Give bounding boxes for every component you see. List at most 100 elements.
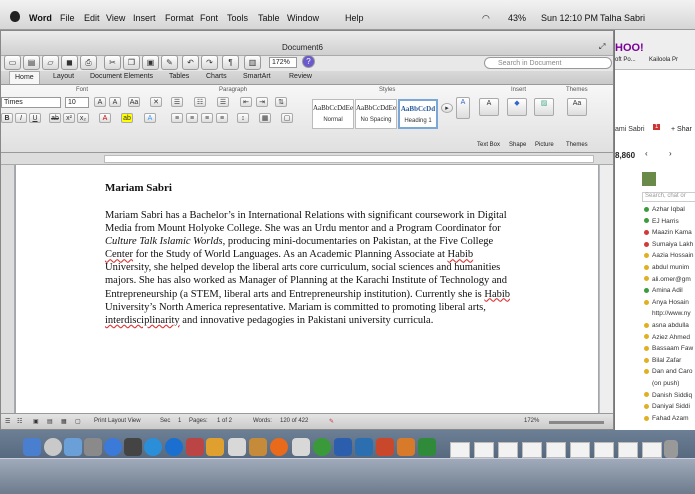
undo-icon[interactable]: ↶ bbox=[182, 55, 199, 70]
decrease-indent-icon[interactable]: ⇤ bbox=[240, 97, 252, 107]
tab-review[interactable]: Review bbox=[289, 73, 312, 80]
open-icon[interactable]: ▱ bbox=[42, 55, 59, 70]
contact-item[interactable]: http://www.ny bbox=[644, 310, 691, 321]
wifi-icon[interactable]: ◠ bbox=[482, 13, 490, 24]
menu-help[interactable]: Help bbox=[345, 13, 364, 23]
menu-file[interactable]: File bbox=[60, 13, 75, 23]
menu-tools[interactable]: Tools bbox=[227, 13, 248, 23]
notebook-view-icon[interactable]: ▤ bbox=[47, 418, 53, 425]
tab-charts[interactable]: Charts bbox=[206, 73, 227, 80]
publishing-view-icon[interactable]: ▦ bbox=[61, 418, 67, 425]
menu-window[interactable]: Window bbox=[287, 13, 319, 23]
apple-icon[interactable] bbox=[10, 11, 20, 22]
grow-font-icon[interactable]: A bbox=[94, 97, 106, 107]
styles-pane-icon[interactable]: A bbox=[456, 97, 470, 119]
copy-icon[interactable]: ❐ bbox=[123, 55, 140, 70]
draft-view-icon[interactable]: ☰ bbox=[5, 418, 10, 425]
tab-home[interactable]: Home bbox=[9, 71, 40, 84]
align-right-icon[interactable]: ≡ bbox=[201, 113, 213, 123]
tab-layout[interactable]: Layout bbox=[53, 73, 74, 80]
underline-icon[interactable]: U bbox=[29, 113, 41, 123]
safari-icon[interactable] bbox=[104, 438, 122, 456]
picture-icon[interactable]: ▨ bbox=[534, 98, 554, 116]
align-left-icon[interactable]: ≡ bbox=[171, 113, 183, 123]
menu-format[interactable]: Format bbox=[165, 13, 194, 23]
contact-item[interactable]: EJ Harris bbox=[644, 218, 679, 229]
search-input[interactable]: Search in Document bbox=[484, 57, 612, 69]
outlook-icon[interactable] bbox=[397, 438, 415, 456]
facetime-icon[interactable] bbox=[124, 438, 142, 456]
shading-icon[interactable]: ▦ bbox=[259, 113, 271, 123]
menu-clock[interactable]: Sun 12:10 PM bbox=[541, 13, 598, 23]
launchpad-icon[interactable] bbox=[44, 438, 62, 456]
themes-icon[interactable]: Aa bbox=[567, 98, 587, 116]
vertical-scrollbar[interactable] bbox=[599, 165, 613, 413]
excel-icon[interactable] bbox=[418, 438, 436, 456]
format-painter-icon[interactable]: ✎ bbox=[161, 55, 178, 70]
minimized-window-5[interactable] bbox=[546, 442, 566, 458]
minimized-window-8[interactable] bbox=[618, 442, 638, 458]
contact-item[interactable]: Dan and Caro bbox=[644, 368, 692, 379]
tab-smartart[interactable]: SmartArt bbox=[243, 73, 271, 80]
text-box-icon[interactable]: A bbox=[479, 98, 499, 116]
powerpoint-icon[interactable] bbox=[376, 438, 394, 456]
minimized-window-3[interactable] bbox=[498, 442, 518, 458]
contact-item[interactable]: Anya Hosain bbox=[644, 299, 689, 310]
contact-item[interactable]: Bassaam Faw bbox=[644, 345, 693, 356]
tab-document-elements[interactable]: Document Elements bbox=[90, 73, 153, 80]
minimized-window-2[interactable] bbox=[474, 442, 494, 458]
insert-shape-label[interactable]: Shape bbox=[509, 142, 526, 148]
word-icon[interactable] bbox=[334, 438, 352, 456]
strikethrough-icon[interactable]: ab bbox=[49, 113, 61, 123]
font-color-icon[interactable]: A bbox=[99, 113, 111, 123]
contact-item[interactable]: asna abdulla bbox=[644, 322, 689, 333]
minimized-window-1[interactable] bbox=[450, 442, 470, 458]
minimized-window-4[interactable] bbox=[522, 442, 542, 458]
trash-icon[interactable] bbox=[664, 440, 678, 458]
browser-tab-2[interactable]: Kailoola Pr bbox=[649, 57, 678, 63]
minimized-window-7[interactable] bbox=[594, 442, 614, 458]
contact-item[interactable]: Maazin Kama bbox=[644, 229, 692, 240]
menu-table[interactable]: Table bbox=[258, 13, 280, 23]
yahoo-logo[interactable]: HOO! bbox=[615, 42, 644, 54]
justify-icon[interactable]: ≡ bbox=[216, 113, 228, 123]
chat-search-input[interactable]: Search, chat or bbox=[642, 192, 695, 202]
iphoto-icon[interactable] bbox=[206, 438, 224, 456]
numbering-icon[interactable]: ☷ bbox=[194, 97, 206, 107]
shrink-font-icon[interactable]: A bbox=[109, 97, 121, 107]
skype-dock-icon[interactable] bbox=[355, 438, 373, 456]
prev-arrow-icon[interactable]: ‹ bbox=[645, 149, 648, 158]
chrome-icon[interactable] bbox=[313, 438, 331, 456]
increase-indent-icon[interactable]: ⇥ bbox=[256, 97, 268, 107]
align-center-icon[interactable]: ≡ bbox=[186, 113, 198, 123]
menu-insert[interactable]: Insert bbox=[133, 13, 156, 23]
styles-scroll-icon[interactable]: ▸ bbox=[441, 103, 453, 113]
text-effects-icon[interactable]: A bbox=[144, 113, 156, 123]
dashboard-icon[interactable] bbox=[84, 438, 102, 456]
contact-item[interactable]: Fahad Azam bbox=[644, 415, 689, 426]
menu-font[interactable]: Font bbox=[200, 13, 218, 23]
contact-item[interactable]: Sumaiya Lakh bbox=[644, 241, 693, 252]
garageband-icon[interactable] bbox=[249, 438, 267, 456]
clear-formatting-icon[interactable]: ✕ bbox=[150, 97, 162, 107]
print-icon[interactable]: ⎙ bbox=[80, 55, 97, 70]
profile-name[interactable]: ami Sabri bbox=[615, 126, 645, 133]
fullscreen-icon[interactable]: ⤢ bbox=[599, 42, 605, 52]
contact-item[interactable]: Aziez Ahmed bbox=[644, 334, 690, 345]
font-name-select[interactable]: Times bbox=[1, 97, 61, 108]
finder-icon[interactable] bbox=[23, 438, 41, 456]
sidebar-icon[interactable]: ▥ bbox=[244, 55, 261, 70]
new-document-icon[interactable]: ▭ bbox=[4, 55, 21, 70]
insert-text-box-label[interactable]: Text Box bbox=[477, 142, 500, 148]
avatar[interactable] bbox=[642, 172, 656, 186]
itunes-icon[interactable] bbox=[165, 438, 183, 456]
photo-booth-icon[interactable] bbox=[186, 438, 204, 456]
style-heading-1[interactable]: AaBbCcDd Heading 1 bbox=[398, 99, 438, 129]
browser-tab-1[interactable]: oft Po... bbox=[615, 57, 636, 63]
zoom-field[interactable]: 172% bbox=[269, 57, 297, 68]
italic-icon[interactable]: I bbox=[15, 113, 27, 123]
contact-item[interactable]: Aazia Hossain bbox=[644, 252, 694, 263]
subscript-icon[interactable]: x₂ bbox=[77, 113, 89, 123]
superscript-icon[interactable]: x² bbox=[63, 113, 75, 123]
textedit-icon[interactable] bbox=[292, 438, 310, 456]
